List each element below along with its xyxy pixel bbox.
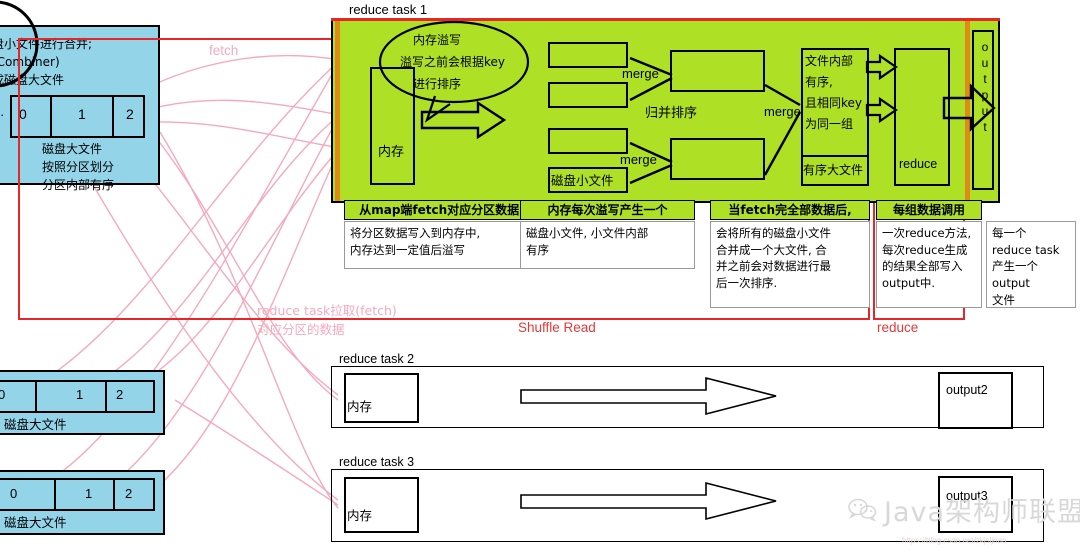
reduce-phase-label: reduce xyxy=(877,320,919,335)
caption-body-3: 会将所有的磁盘小文件 合并成一个大文件, 合 并之前会对数据进行最 后一次排序. xyxy=(710,221,870,308)
task1-reduce-label: reduce xyxy=(899,157,938,171)
caption-head-2: 内存每次溢写产生一个 xyxy=(520,200,695,220)
task1-merge-label-2: merge xyxy=(620,152,657,167)
task1-bigfile-line1: 文件内部 xyxy=(805,54,854,68)
task1-bigfile-line2: 有序, xyxy=(805,75,833,89)
map-bigfile-caption-middle: 磁盘大文件 xyxy=(4,417,67,432)
task1-merge-label-3: merge xyxy=(764,104,801,119)
task1-memory-label: 内存 xyxy=(378,145,405,160)
task3-memory-label: 内存 xyxy=(347,508,373,523)
map-partition-divider xyxy=(113,478,115,511)
task1-merge-sort-label: 归并排序 xyxy=(645,106,698,121)
task1-spill-file xyxy=(548,128,628,154)
caption-head-1: 从map端fetch对应分区数据, xyxy=(344,200,539,220)
caption-body-2: 磁盘小文件, 小文件内部 有序 xyxy=(520,221,695,269)
reduce-task-1-title: reduce task 1 xyxy=(349,2,428,17)
task1-spill-file xyxy=(548,42,628,68)
task1-spill-file-label: 磁盘小文件 xyxy=(551,173,614,188)
map-partition-bullet: · xyxy=(0,107,5,122)
reduce-region-inner-stripe xyxy=(965,20,970,201)
map-partition-2-bottom: 2 xyxy=(125,486,133,501)
task1-bigfile-footer: 有序大文件 xyxy=(803,163,864,177)
map-bigfile-caption-bottom: 磁盘大文件 xyxy=(4,515,67,530)
reduce-task-1-left-stripe xyxy=(335,20,340,201)
task1-merged-file xyxy=(670,50,765,92)
map-partition-divider xyxy=(35,380,37,413)
caption-head-3: 当fetch完全部数据后, xyxy=(710,200,870,220)
task2-output-box xyxy=(938,372,1013,429)
map-partition-divider xyxy=(54,478,56,511)
map-partition-1-bottom: 1 xyxy=(85,486,93,501)
task1-output-label: output xyxy=(978,40,992,136)
shuffle-read-region-left-edge xyxy=(18,38,20,320)
caption-body-4: 一次reduce方法, 每次reduce生成 的结果全部写入 output中. xyxy=(876,221,982,308)
task3-memory-box xyxy=(344,477,419,533)
caption-body-1: 将分区数据写入到内存中, 内存达到一定值后溢写 xyxy=(344,221,539,269)
watermark-brand: Java架构师联盟 xyxy=(848,490,1080,529)
watermark-url: https://blog.csdn.net/zkjsljhao xyxy=(902,536,1007,545)
task2-memory-box xyxy=(344,373,419,423)
reduce-task-1-top-stripe xyxy=(331,18,1000,21)
map-partition-0-middle: 0 xyxy=(0,387,6,402)
map-partition-2-middle: 2 xyxy=(116,387,124,402)
fetch-label: fetch xyxy=(209,43,239,58)
task1-callout-line3: 进行排序 xyxy=(413,77,462,91)
map-partition-0-bottom: 0 xyxy=(10,486,18,501)
watermark-text: Java架构师联盟 xyxy=(884,497,1080,528)
task1-merged-file xyxy=(670,138,765,180)
map-partition-1-middle: 1 xyxy=(76,387,84,402)
task1-bigfile-line4: 为同一组 xyxy=(805,117,854,131)
task2-output-label: output2 xyxy=(946,383,988,397)
caption-body-5: 每一个 reduce task 产生一个output 文件 xyxy=(986,221,1076,308)
map-partition-divider xyxy=(105,380,107,413)
caption-head-4: 每组数据调用 xyxy=(876,200,982,220)
shuffle-read-label: Shuffle Read xyxy=(518,320,596,335)
task2-memory-label: 内存 xyxy=(347,399,373,414)
task1-sorted-big-file-divider xyxy=(801,155,869,157)
task1-callout-line2: 溢写之前会根据key xyxy=(400,55,506,69)
task1-callout-line1: 内存溢写 xyxy=(413,33,462,47)
wechat-icon xyxy=(848,498,878,529)
task1-memory-box xyxy=(370,67,415,185)
fetch-note-line1: reduce task拉取(fetch) xyxy=(257,303,397,318)
task1-bigfile-line3: 且相同key xyxy=(805,96,863,110)
wechat-icon-glyph xyxy=(848,499,877,523)
fetch-note-line2: 对应分区的数据 xyxy=(257,322,345,337)
task1-merge-label-1: merge xyxy=(622,66,659,81)
task1-spill-file xyxy=(548,82,628,108)
